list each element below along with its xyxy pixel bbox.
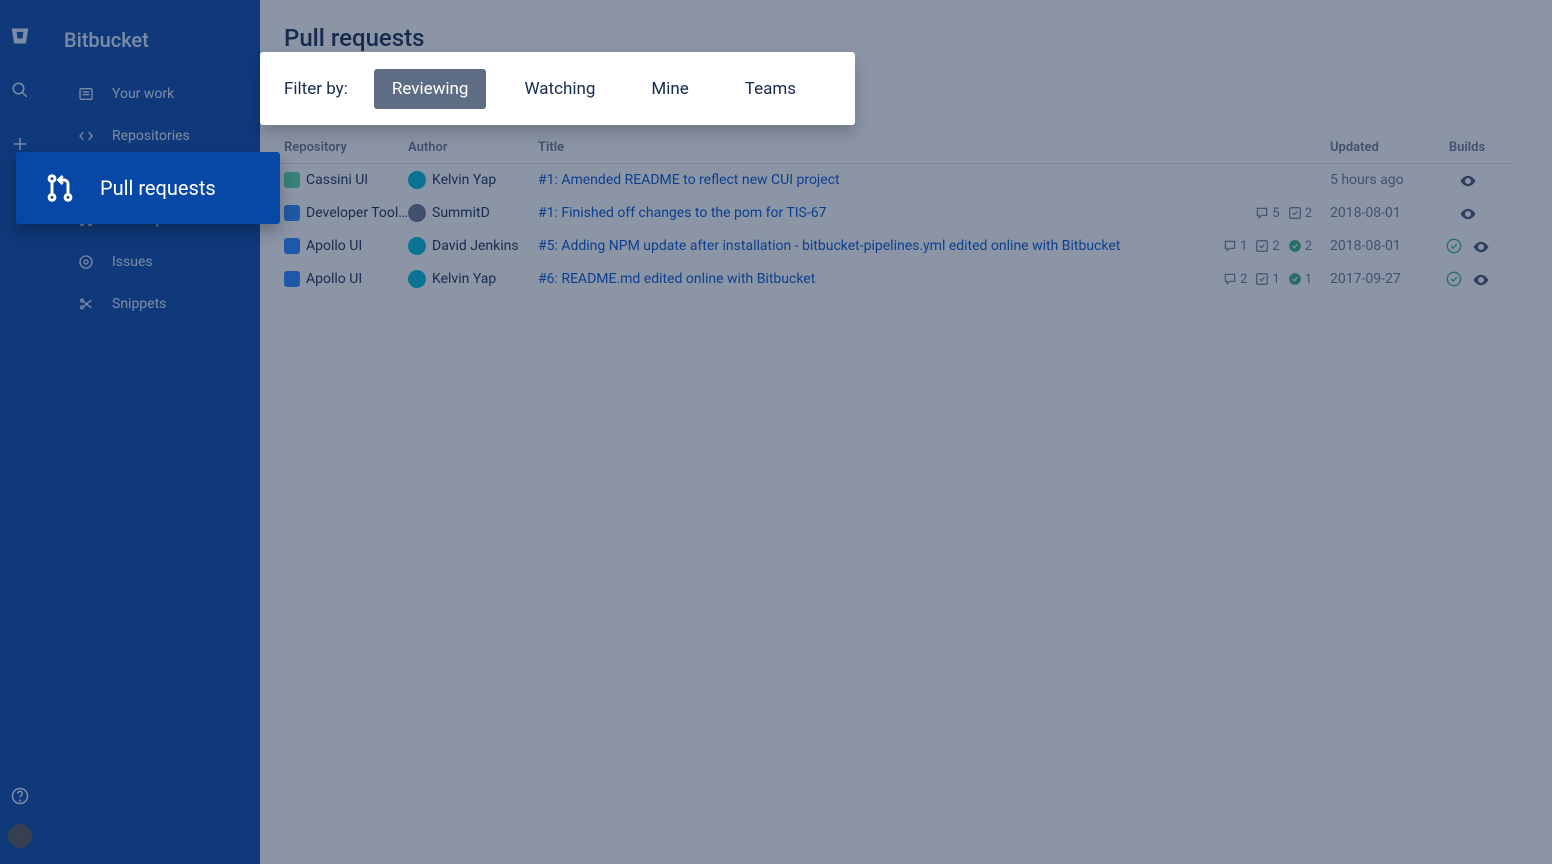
cell-updated: 2018-08-01 bbox=[1312, 238, 1422, 254]
repo-name: Developer Tool… bbox=[306, 205, 408, 221]
author-name: SummitD bbox=[432, 205, 490, 221]
work-icon bbox=[76, 84, 96, 104]
cell-repo[interactable]: Developer Tool… bbox=[280, 205, 408, 221]
comment-count: 2 bbox=[1223, 272, 1247, 287]
watch-icon[interactable] bbox=[1459, 205, 1475, 221]
cell-stats: 211 bbox=[1182, 272, 1312, 287]
cell-builds bbox=[1422, 238, 1512, 254]
watch-icon[interactable] bbox=[1472, 271, 1488, 287]
approval-count: 1 bbox=[1288, 272, 1312, 287]
repo-name: Apollo UI bbox=[306, 238, 362, 254]
th-title: Title bbox=[538, 140, 1182, 155]
main-content: Pull requests Repository Author Title Up… bbox=[260, 0, 1552, 864]
sidebar-item-snippets[interactable]: Snippets bbox=[40, 286, 260, 322]
cell-title[interactable]: #1: Finished off changes to the pom for … bbox=[538, 205, 1182, 221]
cell-stats: 52 bbox=[1182, 206, 1312, 221]
cell-updated: 5 hours ago bbox=[1312, 172, 1422, 188]
sidebar-item-label: Issues bbox=[112, 254, 153, 270]
filter-tab-watching[interactable]: Watching bbox=[506, 69, 613, 109]
cell-updated: 2017-09-27 bbox=[1312, 271, 1422, 287]
author-avatar bbox=[408, 171, 426, 189]
sidebar-item-issues[interactable]: Issues bbox=[40, 244, 260, 280]
filter-tab-reviewing[interactable]: Reviewing bbox=[374, 69, 487, 109]
user-avatar[interactable] bbox=[8, 824, 32, 848]
cell-author[interactable]: David Jenkins bbox=[408, 237, 538, 255]
repo-name: Apollo UI bbox=[306, 271, 362, 287]
filter-tab-teams[interactable]: Teams bbox=[727, 69, 814, 109]
repo-avatar bbox=[284, 205, 300, 221]
table-row[interactable]: Apollo UI Kelvin Yap #6: README.md edite… bbox=[280, 263, 1512, 296]
build-ok-icon bbox=[1446, 238, 1462, 254]
cell-author[interactable]: Kelvin Yap bbox=[408, 270, 538, 288]
build-ok-icon bbox=[1446, 271, 1462, 287]
sidebar-highlight-pull-requests[interactable]: Pull requests bbox=[16, 152, 280, 224]
sidebar-item-your-work[interactable]: Your work bbox=[40, 76, 260, 112]
cell-builds bbox=[1422, 172, 1512, 188]
cell-builds bbox=[1422, 271, 1512, 287]
issue-icon bbox=[76, 252, 96, 272]
repo-avatar bbox=[284, 238, 300, 254]
page-title: Pull requests bbox=[280, 24, 1552, 52]
repo-name: Cassini UI bbox=[306, 172, 368, 188]
th-author: Author bbox=[408, 140, 538, 155]
task-count: 2 bbox=[1255, 239, 1279, 254]
sidebar-item-repositories[interactable]: Repositories bbox=[40, 118, 260, 154]
cell-title[interactable]: #1: Amended README to reflect new CUI pr… bbox=[538, 172, 1182, 188]
table-row[interactable]: Apollo UI David Jenkins #5: Adding NPM u… bbox=[280, 230, 1512, 263]
search-icon[interactable] bbox=[8, 78, 32, 102]
cell-repo[interactable]: Apollo UI bbox=[280, 238, 408, 254]
author-name: Kelvin Yap bbox=[432, 271, 496, 287]
pr-table: Repository Author Title Updated Builds C… bbox=[280, 132, 1512, 296]
icon-rail bbox=[0, 0, 40, 864]
author-name: David Jenkins bbox=[432, 238, 519, 254]
scissors-icon bbox=[76, 294, 96, 314]
filter-bar: Filter by: Reviewing Watching Mine Teams bbox=[260, 52, 855, 125]
cell-builds bbox=[1422, 205, 1512, 221]
repo-icon bbox=[76, 126, 96, 146]
pr-icon bbox=[44, 172, 76, 204]
cell-author[interactable]: Kelvin Yap bbox=[408, 171, 538, 189]
bitbucket-logo-icon[interactable] bbox=[8, 24, 32, 48]
cell-updated: 2018-08-01 bbox=[1312, 205, 1422, 221]
cell-repo[interactable]: Apollo UI bbox=[280, 271, 408, 287]
approval-count: 2 bbox=[1288, 239, 1312, 254]
cell-title[interactable]: #5: Adding NPM update after installation… bbox=[538, 238, 1182, 254]
watch-icon[interactable] bbox=[1459, 172, 1475, 188]
cell-repo[interactable]: Cassini UI bbox=[280, 172, 408, 188]
filter-tab-mine[interactable]: Mine bbox=[633, 69, 706, 109]
table-row[interactable]: Cassini UI Kelvin Yap #1: Amended README… bbox=[280, 164, 1512, 197]
cell-stats: 122 bbox=[1182, 239, 1312, 254]
th-builds: Builds bbox=[1422, 140, 1512, 155]
author-name: Kelvin Yap bbox=[432, 172, 496, 188]
author-avatar bbox=[408, 237, 426, 255]
task-count: 2 bbox=[1288, 206, 1312, 221]
repo-avatar bbox=[284, 172, 300, 188]
filter-label: Filter by: bbox=[284, 79, 348, 99]
help-icon[interactable] bbox=[8, 784, 32, 808]
th-stats bbox=[1182, 140, 1312, 155]
th-updated: Updated bbox=[1312, 140, 1422, 155]
cell-title[interactable]: #6: README.md edited online with Bitbuck… bbox=[538, 271, 1182, 287]
task-count: 1 bbox=[1255, 272, 1279, 287]
sidebar-item-label: Your work bbox=[112, 86, 174, 102]
highlight-label: Pull requests bbox=[100, 176, 216, 200]
sidebar-item-label: Repositories bbox=[112, 128, 190, 144]
author-avatar bbox=[408, 270, 426, 288]
table-row[interactable]: Developer Tool… SummitD #1: Finished off… bbox=[280, 197, 1512, 230]
sidebar-item-label: Snippets bbox=[112, 296, 166, 312]
cell-author[interactable]: SummitD bbox=[408, 204, 538, 222]
comment-count: 1 bbox=[1223, 239, 1247, 254]
th-repository: Repository bbox=[280, 140, 408, 155]
watch-icon[interactable] bbox=[1472, 238, 1488, 254]
repo-avatar bbox=[284, 271, 300, 287]
brand-label: Bitbucket bbox=[40, 20, 260, 76]
author-avatar bbox=[408, 204, 426, 222]
table-header: Repository Author Title Updated Builds bbox=[280, 132, 1512, 164]
sidebar: Bitbucket Your work Repositories Project… bbox=[40, 0, 260, 864]
comment-count: 5 bbox=[1255, 206, 1279, 221]
